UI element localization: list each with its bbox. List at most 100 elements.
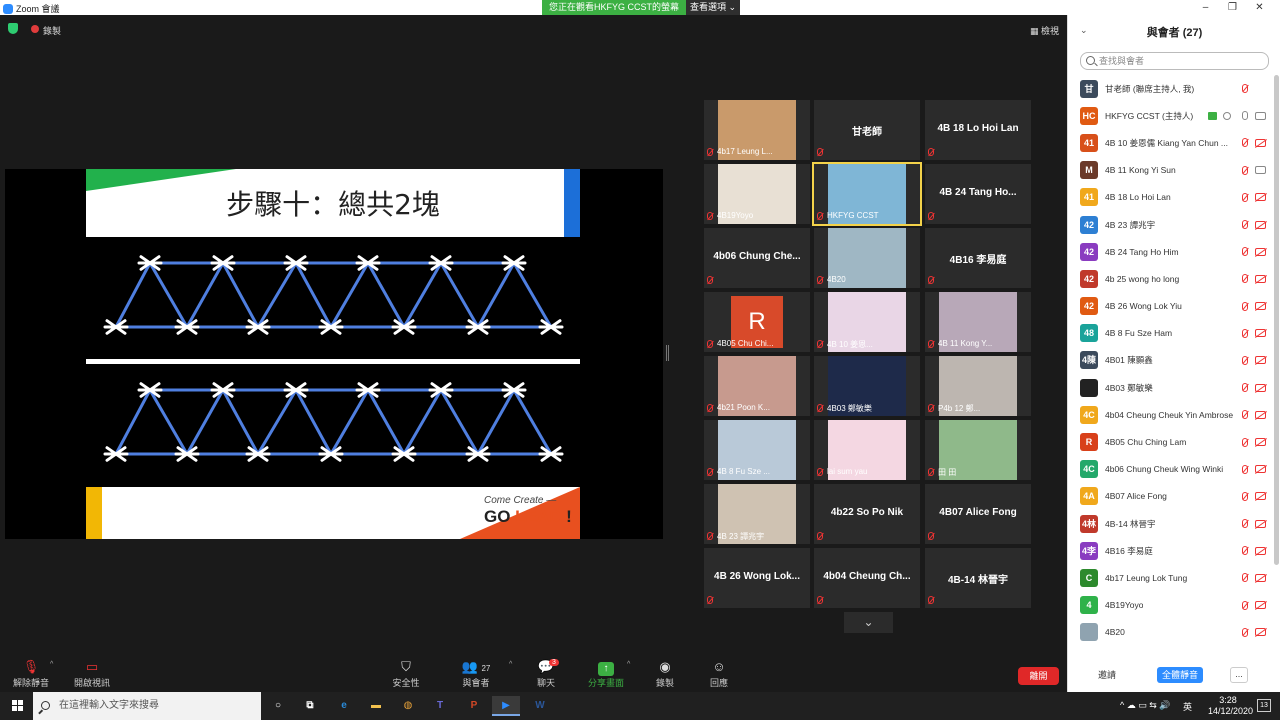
video-tile[interactable]: 4B19Yoyo [704,164,810,224]
participant-mic-icon[interactable] [1242,546,1248,556]
video-tile[interactable]: 4B 8 Fu Sze ... [704,420,810,480]
participant-mic-icon[interactable] [1242,111,1248,121]
participant-camera-icon[interactable] [1255,573,1266,582]
notification-center-icon[interactable]: 13 [1257,699,1271,712]
participant-mic-icon[interactable] [1242,355,1248,365]
participant-mic-icon[interactable] [1242,301,1248,311]
video-tile[interactable]: 4B-14 林晉宇 [925,548,1031,608]
video-tile[interactable]: 4B 18 Lo Hoi Lan [925,100,1031,160]
task-view-icon[interactable]: ⧉ [296,696,324,716]
participant-row[interactable]: 4李 4B16 李易庭 [1068,537,1273,564]
participant-mic-icon[interactable] [1242,519,1248,529]
participant-mic-icon[interactable] [1242,165,1248,175]
participant-row[interactable]: 42 4b 25 wong ho long [1068,265,1273,292]
reactions-button[interactable]: ☺ 回應 [694,657,744,689]
video-tile[interactable]: P4b 12 鄭... [925,356,1031,416]
participant-camera-icon[interactable] [1255,138,1266,147]
edge-browser-icon[interactable]: e [330,696,358,716]
participant-row[interactable]: M 4B 11 Kong Yi Sun [1068,157,1273,184]
participant-row[interactable]: 4C 4b06 Chung Cheuk Wing Winki [1068,456,1273,483]
chat-button[interactable]: 💬 3 聊天 [521,657,571,689]
maximize-icon[interactable]: ❐ [1219,0,1246,15]
video-tile[interactable]: 4b17 Leung L... [704,100,810,160]
participant-camera-icon[interactable] [1255,247,1266,256]
view-button[interactable]: ▦ 檢視 [1030,24,1059,37]
participant-camera-icon[interactable] [1255,166,1266,175]
video-tile[interactable]: 4B 26 Wong Lok... [704,548,810,608]
start-video-button[interactable]: ▭ 開啟視訊 [67,657,117,689]
participant-row[interactable]: 42 4B 23 譚兆宇 [1068,211,1273,238]
participant-mic-icon[interactable] [1242,220,1248,230]
video-tile[interactable]: 4B 11 Kong Y... [925,292,1031,352]
participant-mic-icon[interactable] [1242,491,1248,501]
teams-icon[interactable]: T [426,696,454,716]
word-icon[interactable]: W [526,696,554,716]
participant-row[interactable]: 41 4B 18 Lo Hoi Lan [1068,184,1273,211]
clock[interactable]: 3:28 14/12/2020 [1208,695,1253,717]
participant-mic-icon[interactable] [1242,138,1248,148]
video-tile[interactable]: 4B16 李易庭 [925,228,1031,288]
participant-camera-icon[interactable] [1255,383,1266,392]
invite-button[interactable]: 邀請 [1098,668,1116,681]
input-language[interactable]: 英 [1183,700,1192,713]
minimize-icon[interactable]: – [1192,0,1219,15]
participant-row[interactable]: 4A 4B07 Alice Fong [1068,483,1273,510]
participant-camera-icon[interactable] [1255,601,1266,610]
participant-mic-icon[interactable] [1242,192,1248,202]
video-tile[interactable]: HKFYG CCST [812,162,922,226]
panel-splitter-handle[interactable] [666,345,669,361]
participant-camera-icon[interactable] [1255,438,1266,447]
participants-caret-icon[interactable]: ^ [509,661,512,668]
participant-row[interactable]: R 4B05 Chu Ching Lam [1068,428,1273,455]
video-tile[interactable]: 4B 10 姜恩... [814,292,920,352]
participant-mic-icon[interactable] [1242,437,1248,447]
participant-mic-icon[interactable] [1242,410,1248,420]
participant-camera-icon[interactable] [1255,274,1266,283]
participant-camera-icon[interactable] [1255,329,1266,338]
participant-row[interactable]: HC HKFYG CCST (主持人) [1068,102,1273,129]
participant-list-scrollbar[interactable] [1274,75,1279,565]
participant-row[interactable]: 41 4B 10 姜恩儒 Kiang Yan Chun ... [1068,129,1273,156]
gallery-next-page-icon[interactable]: ⌄ [844,612,893,633]
participant-camera-icon[interactable] [1255,220,1266,229]
tray-icons[interactable]: ^ ☁ ▭ ⇆ 🔊 [1120,700,1170,711]
participant-mic-icon[interactable] [1242,247,1248,257]
participant-mic-icon[interactable] [1242,328,1248,338]
participant-row[interactable]: 4林 4B-14 林晉宇 [1068,510,1273,537]
video-tile[interactable]: 4b06 Chung Che... [704,228,810,288]
participant-mic-icon[interactable] [1242,383,1248,393]
video-tile[interactable]: 4b21 Poon K... [704,356,810,416]
participant-camera-icon[interactable] [1255,465,1266,474]
close-icon[interactable]: ✕ [1246,0,1273,15]
unmute-button[interactable]: 🎙 解除靜音 ^ [6,657,56,689]
participant-mic-icon[interactable] [1242,573,1248,583]
participant-row[interactable]: C 4b17 Leung Lok Tung [1068,564,1273,591]
view-options-button[interactable]: 查看選項 ⌄ [686,0,740,15]
chrome-icon[interactable]: ◍ [394,696,422,716]
leave-meeting-button[interactable]: 離開 [1018,667,1059,685]
participant-mic-icon[interactable] [1242,274,1248,284]
participant-row[interactable]: 4B03 鄭敏樂 [1068,374,1273,401]
participant-row[interactable]: 4 4B19Yoyo [1068,592,1273,619]
participant-mic-icon[interactable] [1242,627,1248,637]
windows-start-icon[interactable] [12,700,24,712]
record-button[interactable]: ◉ 錄製 [640,657,690,689]
participant-camera-icon[interactable] [1255,628,1266,637]
participant-camera-icon[interactable] [1255,492,1266,501]
participant-camera-icon[interactable] [1255,111,1266,120]
video-tile[interactable]: lai sum yau [814,420,920,480]
participant-camera-icon[interactable] [1255,546,1266,555]
participant-row[interactable]: 4陳 4B01 陳顥鑫 [1068,347,1273,374]
video-tile[interactable]: 4B 24 Tang Ho... [925,164,1031,224]
participant-mic-icon[interactable] [1242,464,1248,474]
participants-button[interactable]: 👥 27 與會者 ^ [451,657,513,689]
encryption-shield-icon[interactable] [8,23,18,34]
participant-camera-icon[interactable] [1255,410,1266,419]
file-explorer-icon[interactable]: ▬ [362,696,390,716]
participant-row[interactable]: 42 4B 24 Tang Ho Him [1068,238,1273,265]
video-tile[interactable]: 4b22 So Po Nik [814,484,920,544]
shared-screen[interactable]: 步驟十：總共2塊 Come Create — GO LEAD ! [5,169,663,539]
mute-all-button[interactable]: 全體靜音 [1157,667,1203,683]
video-tile[interactable]: 4b04 Cheung Ch... [814,548,920,608]
share-screen-button[interactable]: ↑ 分享畫面 ^ [581,657,631,689]
